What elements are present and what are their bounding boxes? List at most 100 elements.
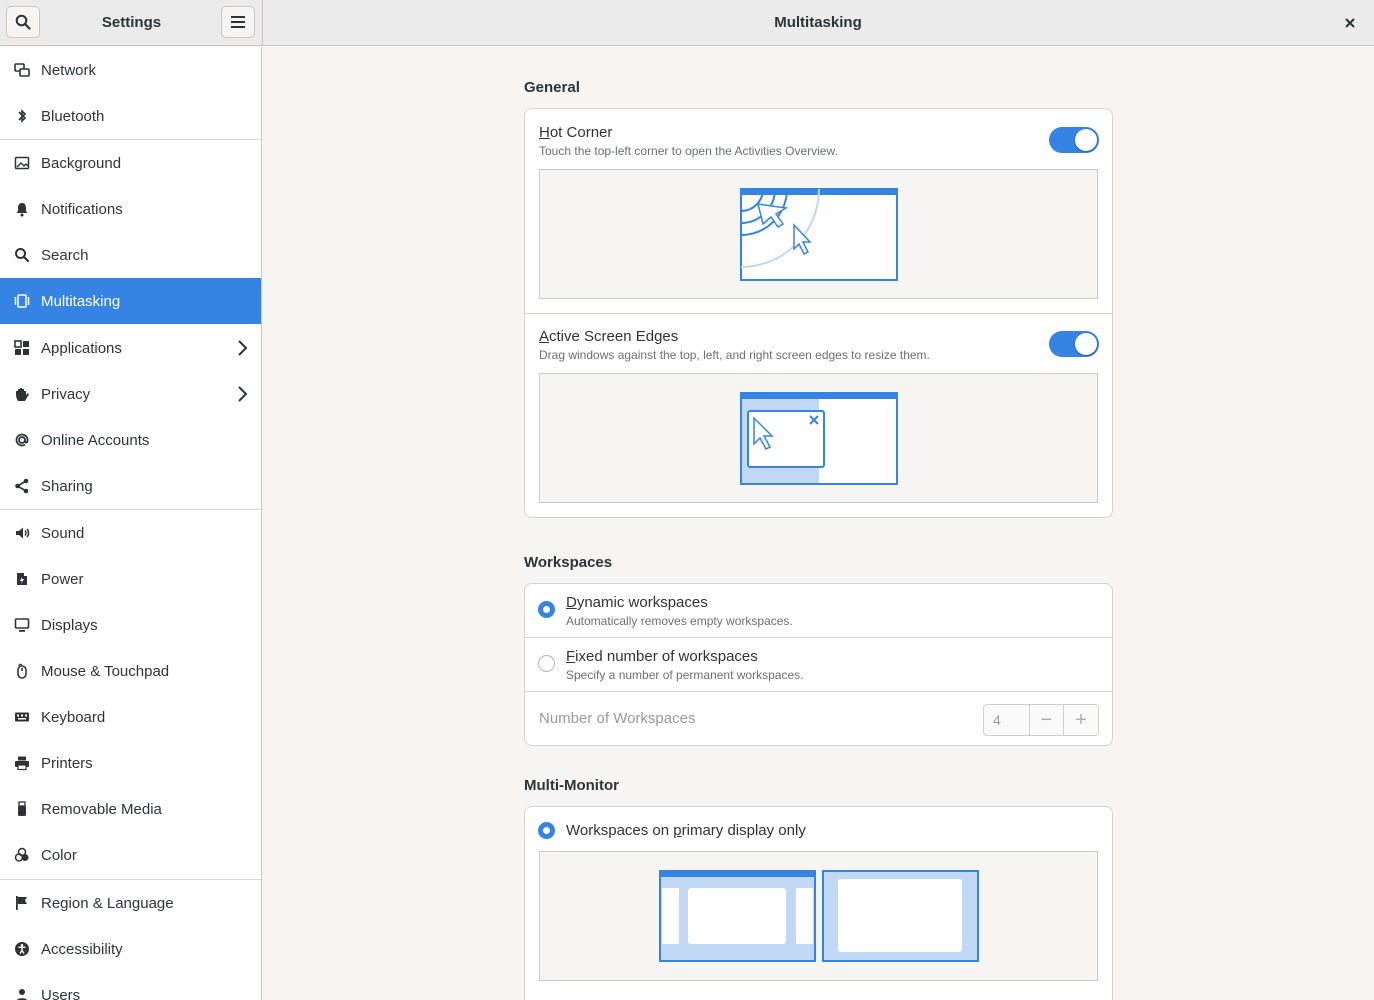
- increment-button[interactable]: +: [1064, 705, 1098, 735]
- sidebar-item-bluetooth[interactable]: Bluetooth: [0, 93, 261, 139]
- applications-icon: [13, 339, 31, 357]
- sidebar-item-label: Power: [41, 570, 84, 588]
- sidebar-item-label: Multitasking: [41, 292, 121, 310]
- sidebar-header: Settings: [0, 0, 263, 46]
- mouse-icon: [13, 662, 31, 680]
- sidebar-item-label: Users: [41, 986, 81, 1000]
- sidebar-item-keyboard[interactable]: Keyboard: [0, 694, 261, 740]
- multi-monitor-illustration: [659, 870, 979, 962]
- active-edges-illustration: [740, 392, 898, 485]
- speaker-icon: [13, 524, 31, 542]
- sidebar-item-label: Network: [41, 61, 97, 79]
- dynamic-workspaces-subtitle: Automatically removes empty workspaces.: [566, 614, 793, 628]
- dynamic-workspaces-title: Dynamic workspaces: [566, 594, 708, 611]
- decrement-button[interactable]: −: [1030, 705, 1064, 735]
- content-header: Multitasking: [263, 0, 1374, 46]
- at-icon: [13, 431, 31, 449]
- sidebar-item-label: Mouse & Touchpad: [41, 662, 170, 680]
- sidebar-item-label: Removable Media: [41, 800, 162, 818]
- primary-display-title: Workspaces on primary display only: [566, 822, 806, 839]
- sidebar-item-background[interactable]: Background: [0, 140, 261, 186]
- close-icon: [1345, 18, 1355, 28]
- section-title-workspaces: Workspaces: [524, 554, 613, 571]
- fixed-workspaces-radio[interactable]: [538, 655, 555, 672]
- menu-button[interactable]: [221, 6, 255, 38]
- dynamic-workspaces-radio[interactable]: [538, 601, 555, 618]
- sidebar-item-privacy[interactable]: Privacy: [0, 371, 261, 417]
- sidebar-item-sound[interactable]: Sound: [0, 510, 261, 556]
- sidebar-item-online-accounts[interactable]: Online Accounts: [0, 417, 261, 463]
- sidebar-item-displays[interactable]: Displays: [0, 602, 261, 648]
- section-title-multi-monitor: Multi-Monitor: [524, 777, 619, 794]
- switch-knob: [1075, 129, 1097, 151]
- primary-display-preview: [539, 851, 1098, 981]
- dynamic-workspaces-row[interactable]: Dynamic workspaces Automatically removes…: [525, 584, 1112, 637]
- primary-display-radio[interactable]: [538, 822, 555, 839]
- sidebar-item-multitasking[interactable]: Multitasking: [0, 278, 261, 324]
- sidebar-item-label: Applications: [41, 339, 122, 357]
- fixed-workspaces-title: Fixed number of workspaces: [566, 648, 758, 665]
- hot-corner-subtitle: Touch the top-left corner to open the Ac…: [539, 144, 838, 158]
- number-of-workspaces-row: Number of Workspaces 4 − +: [525, 692, 1112, 746]
- keyboard-icon: [13, 708, 31, 726]
- sidebar-item-color[interactable]: Color: [0, 832, 261, 878]
- fixed-workspaces-row[interactable]: Fixed number of workspaces Specify a num…: [525, 638, 1112, 691]
- sidebar-item-sharing[interactable]: Sharing: [0, 463, 261, 509]
- sidebar-item-label: Notifications: [41, 200, 123, 218]
- sidebar: Network Bluetooth Background Notificatio…: [0, 47, 262, 1000]
- close-button[interactable]: [1336, 9, 1364, 37]
- workspaces-spinbutton: 4 − +: [983, 704, 1099, 736]
- sidebar-item-label: Accessibility: [41, 940, 123, 958]
- hamburger-icon: [231, 16, 245, 28]
- display-icon: [13, 616, 31, 634]
- hot-corner-preview: [539, 169, 1098, 299]
- sidebar-item-label: Sharing: [41, 477, 93, 495]
- flag-icon: [13, 894, 31, 912]
- general-card: Hot Corner Touch the top-left corner to …: [524, 108, 1113, 518]
- power-icon: [13, 570, 31, 588]
- page-title: Multitasking: [774, 14, 862, 31]
- chevron-right-icon: [236, 385, 248, 407]
- sidebar-item-users[interactable]: Users: [0, 972, 261, 1000]
- network-icon: [13, 61, 31, 79]
- sidebar-item-mouse-touchpad[interactable]: Mouse & Touchpad: [0, 648, 261, 694]
- section-title-general: General: [524, 79, 580, 96]
- hot-corner-switch[interactable]: [1049, 127, 1099, 153]
- sidebar-item-label: Printers: [41, 754, 93, 772]
- color-icon: [13, 846, 31, 864]
- hot-corner-illustration: [740, 188, 898, 281]
- sidebar-item-region-language[interactable]: Region & Language: [0, 880, 261, 926]
- bluetooth-icon: [13, 107, 31, 125]
- users-icon: [13, 986, 31, 1000]
- bell-icon: [13, 200, 31, 218]
- header-bar: Settings Multitasking: [0, 0, 1374, 46]
- sidebar-item-label: Displays: [41, 616, 98, 634]
- sidebar-item-label: Bluetooth: [41, 107, 105, 125]
- multitasking-icon: [13, 292, 31, 310]
- primary-display-row[interactable]: Workspaces on primary display only: [525, 807, 1112, 851]
- sidebar-item-label: Online Accounts: [41, 431, 150, 449]
- sidebar-item-label: Search: [41, 246, 89, 264]
- sidebar-item-power[interactable]: Power: [0, 556, 261, 602]
- active-edges-switch[interactable]: [1049, 331, 1099, 357]
- sidebar-item-label: Background: [41, 154, 122, 172]
- sidebar-item-label: Region & Language: [41, 894, 174, 912]
- usb-icon: [13, 800, 31, 818]
- sidebar-item-label: Color: [41, 846, 77, 864]
- sidebar-item-applications[interactable]: Applications: [0, 325, 261, 371]
- sidebar-item-notifications[interactable]: Notifications: [0, 186, 261, 232]
- sidebar-item-search[interactable]: Search: [0, 232, 261, 278]
- hot-corner-title: Hot Corner: [539, 124, 613, 141]
- hand-icon: [13, 385, 31, 403]
- sidebar-item-printers[interactable]: Printers: [0, 740, 261, 786]
- workspaces-card: Dynamic workspaces Automatically removes…: [524, 583, 1113, 746]
- fixed-workspaces-subtitle: Specify a number of permanent workspaces…: [566, 668, 804, 682]
- sidebar-item-removable-media[interactable]: Removable Media: [0, 786, 261, 832]
- row-divider: [525, 313, 1112, 314]
- switch-knob: [1075, 333, 1097, 355]
- sidebar-item-network[interactable]: Network: [0, 47, 261, 93]
- sidebar-item-accessibility[interactable]: Accessibility: [0, 926, 261, 972]
- workspaces-count-input[interactable]: 4: [984, 705, 1030, 735]
- sidebar-item-label: Privacy: [41, 385, 91, 403]
- chevron-right-icon: [236, 339, 248, 361]
